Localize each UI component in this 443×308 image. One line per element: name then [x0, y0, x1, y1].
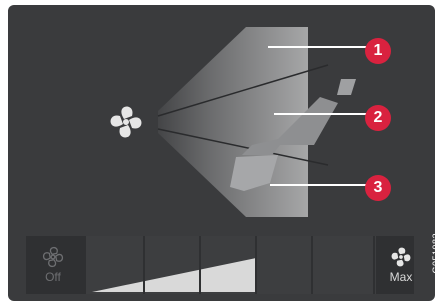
fan-max-button[interactable]: Max — [380, 236, 422, 294]
fan-speed-slider[interactable] — [86, 236, 376, 294]
callout-3-label: 3 — [373, 179, 383, 196]
fan-off-button[interactable]: Off — [26, 236, 80, 294]
callout-1: 1 — [365, 38, 391, 64]
fan-max-label: Max — [389, 270, 413, 284]
fan-speed-level — [86, 236, 376, 294]
callout-1-label: 1 — [373, 42, 383, 59]
callout-2: 2 — [365, 105, 391, 131]
fan-max-icon — [391, 247, 411, 267]
figure-code: G051982 — [431, 233, 441, 274]
callout-3: 3 — [365, 175, 391, 201]
fan-icon — [110, 106, 142, 138]
fan-off-icon — [42, 246, 64, 268]
airflow-cone — [158, 27, 308, 217]
callout-2-label: 2 — [373, 109, 383, 126]
fan-off-label: Off — [45, 270, 61, 284]
